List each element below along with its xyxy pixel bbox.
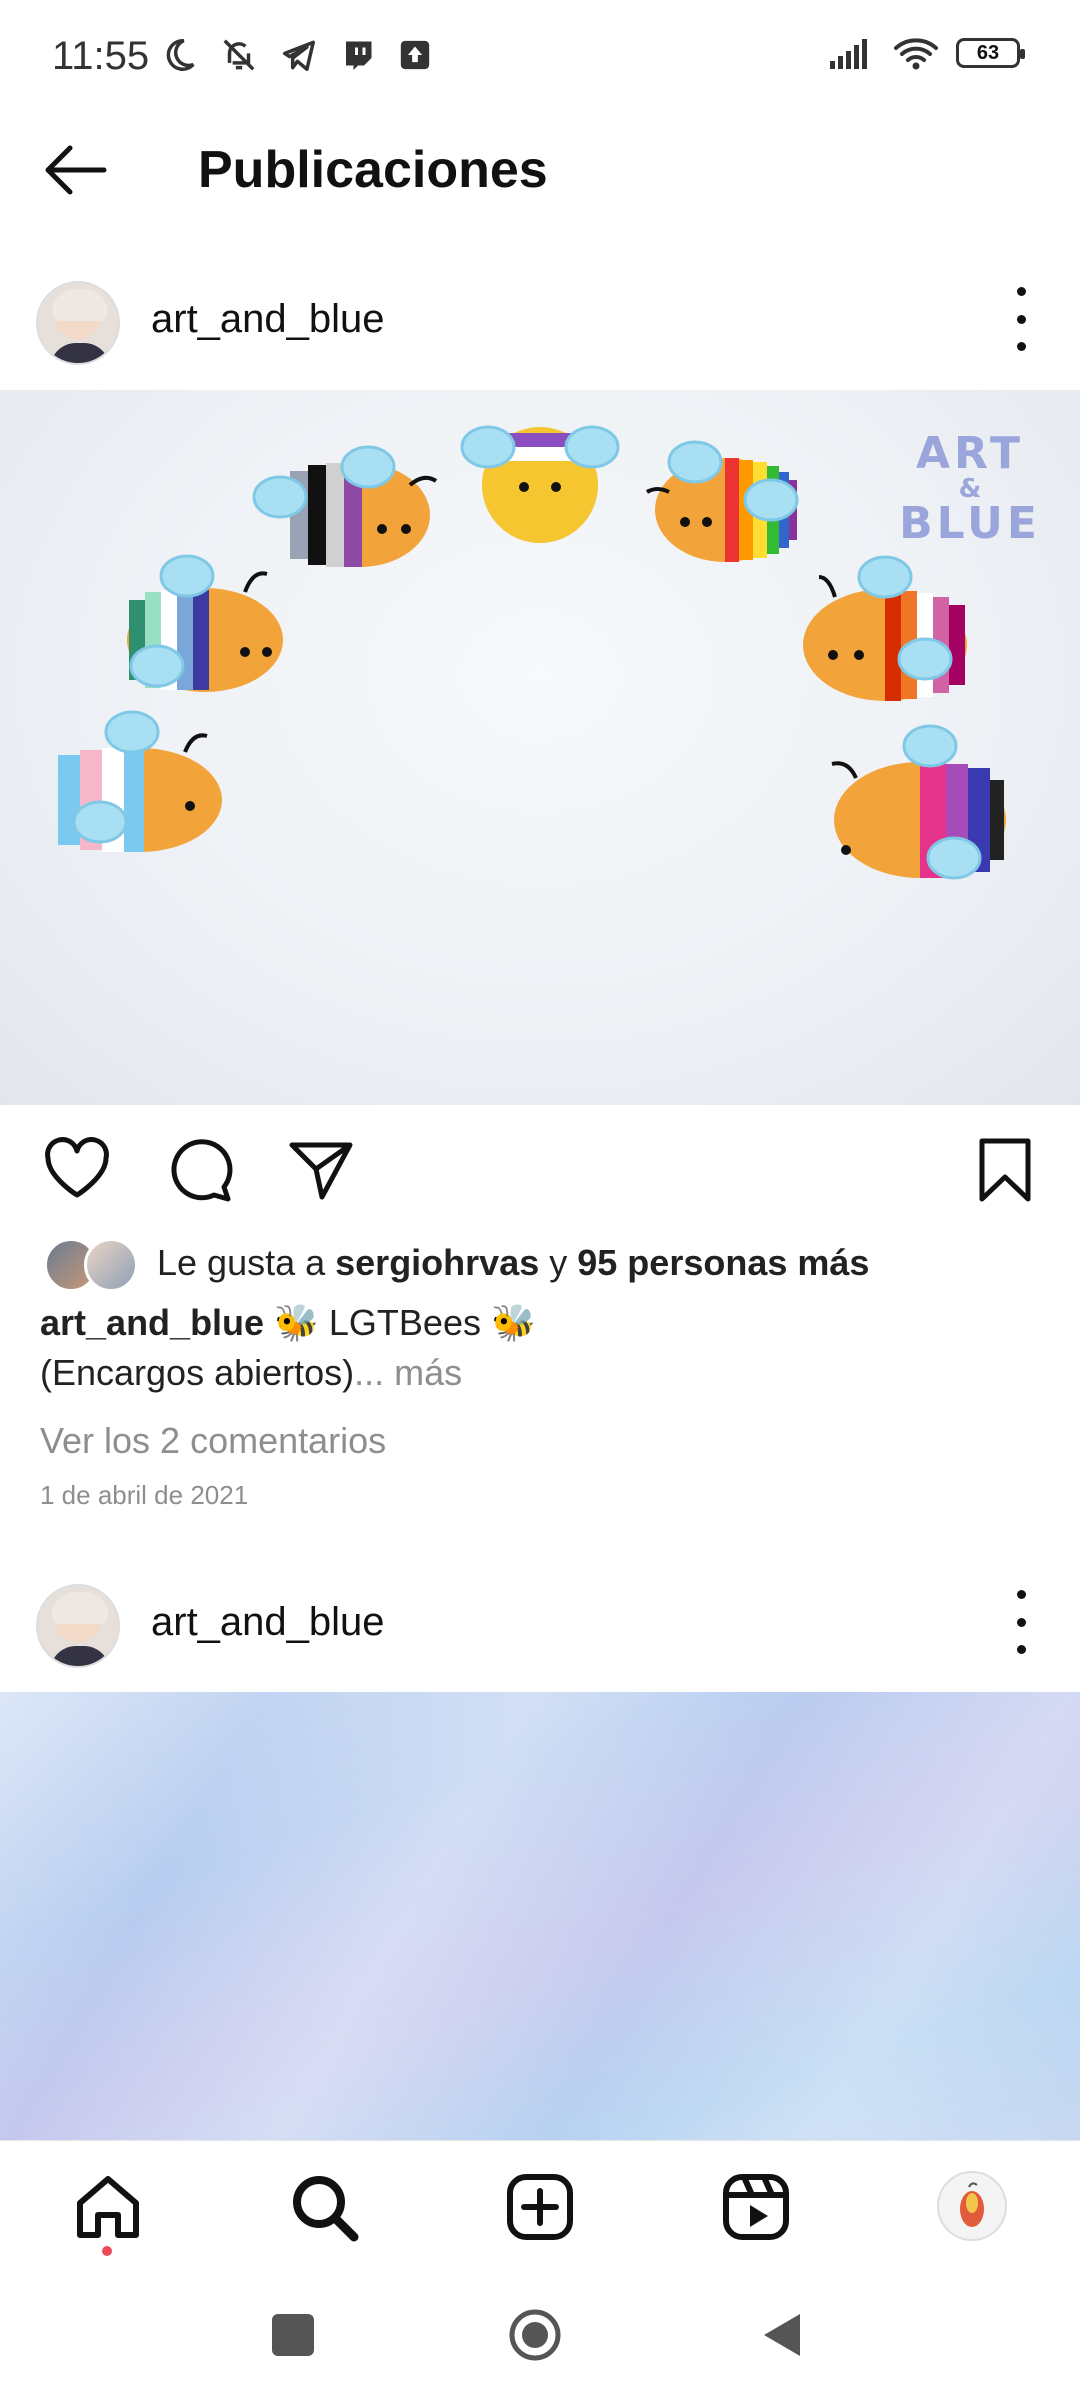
profile-avatar[interactable]: [937, 2171, 1007, 2241]
share-icon[interactable]: [286, 1135, 356, 1205]
caption-more-link[interactable]: ... más: [354, 1352, 462, 1393]
twitch-icon: [346, 41, 372, 70]
likes-row[interactable]: Le gusta a sergiohrvas y 95 personas más: [0, 1232, 1080, 1296]
post-header: art_and_blue: [0, 1568, 1080, 1678]
telegram-icon: [283, 40, 315, 71]
liker-username[interactable]: sergiohrvas: [335, 1242, 539, 1283]
avatar[interactable]: [36, 1584, 120, 1668]
view-comments-link[interactable]: Ver los 2 comentarios: [40, 1420, 386, 1462]
new-post-icon[interactable]: [504, 2171, 576, 2243]
moon-icon: [166, 39, 195, 71]
more-options-icon[interactable]: [1006, 1590, 1036, 1654]
post-image[interactable]: [0, 1692, 1080, 2140]
signal-icon: [830, 39, 867, 69]
post-image[interactable]: ART & BLUE: [0, 390, 1080, 1105]
caption-username[interactable]: art_and_blue: [40, 1302, 264, 1343]
post-actions: [0, 1105, 1080, 1235]
caption-text-line2: (Encargos abiertos): [40, 1352, 355, 1393]
post-username[interactable]: art_and_blue: [151, 1600, 385, 1645]
home-button[interactable]: [508, 2308, 562, 2362]
status-bar: 11:55 63: [0, 0, 1080, 110]
status-time: 11:55: [52, 34, 150, 78]
like-heart-icon[interactable]: [42, 1135, 112, 1205]
page-title: Publicaciones: [198, 141, 548, 199]
post-caption: art_and_blue 🐝 LGTBees 🐝 (Encargos abier…: [40, 1302, 1040, 1402]
notification-dot: [102, 2246, 112, 2256]
profile-avatar-image: [960, 2182, 984, 2227]
comment-icon[interactable]: [164, 1135, 234, 1205]
post-username[interactable]: art_and_blue: [151, 297, 385, 342]
battery-icon: 63: [956, 38, 1025, 68]
upload-icon: [400, 40, 430, 70]
save-bookmark-icon[interactable]: [970, 1135, 1040, 1205]
likes-text: Le gusta a sergiohrvas y 95 personas más: [157, 1242, 870, 1283]
app-header: Publicaciones: [0, 110, 1080, 230]
home-icon[interactable]: [72, 2171, 144, 2243]
recents-button[interactable]: [272, 2314, 314, 2356]
back-arrow-icon[interactable]: [40, 140, 110, 200]
notification-icons: [160, 36, 432, 74]
system-icons: 63: [828, 36, 1025, 70]
back-button[interactable]: [758, 2310, 804, 2360]
likes-count[interactable]: 95 personas más: [577, 1242, 869, 1283]
liker-avatar: [84, 1238, 138, 1292]
bottom-navigation: [0, 2140, 1080, 2271]
search-icon[interactable]: [288, 2171, 360, 2243]
wifi-icon: [894, 38, 938, 70]
post-header: art_and_blue: [0, 265, 1080, 375]
bell-off-icon: [223, 39, 255, 71]
post-date: 1 de abril de 2021: [40, 1480, 249, 1510]
avatar[interactable]: [36, 281, 120, 365]
reels-icon[interactable]: [720, 2171, 792, 2243]
more-options-icon[interactable]: [1006, 287, 1036, 351]
watermark-logo: ART & BLUE: [899, 428, 1041, 549]
system-navigation: [0, 2270, 1080, 2400]
caption-text: 🐝 LGTBees 🐝: [264, 1302, 536, 1343]
